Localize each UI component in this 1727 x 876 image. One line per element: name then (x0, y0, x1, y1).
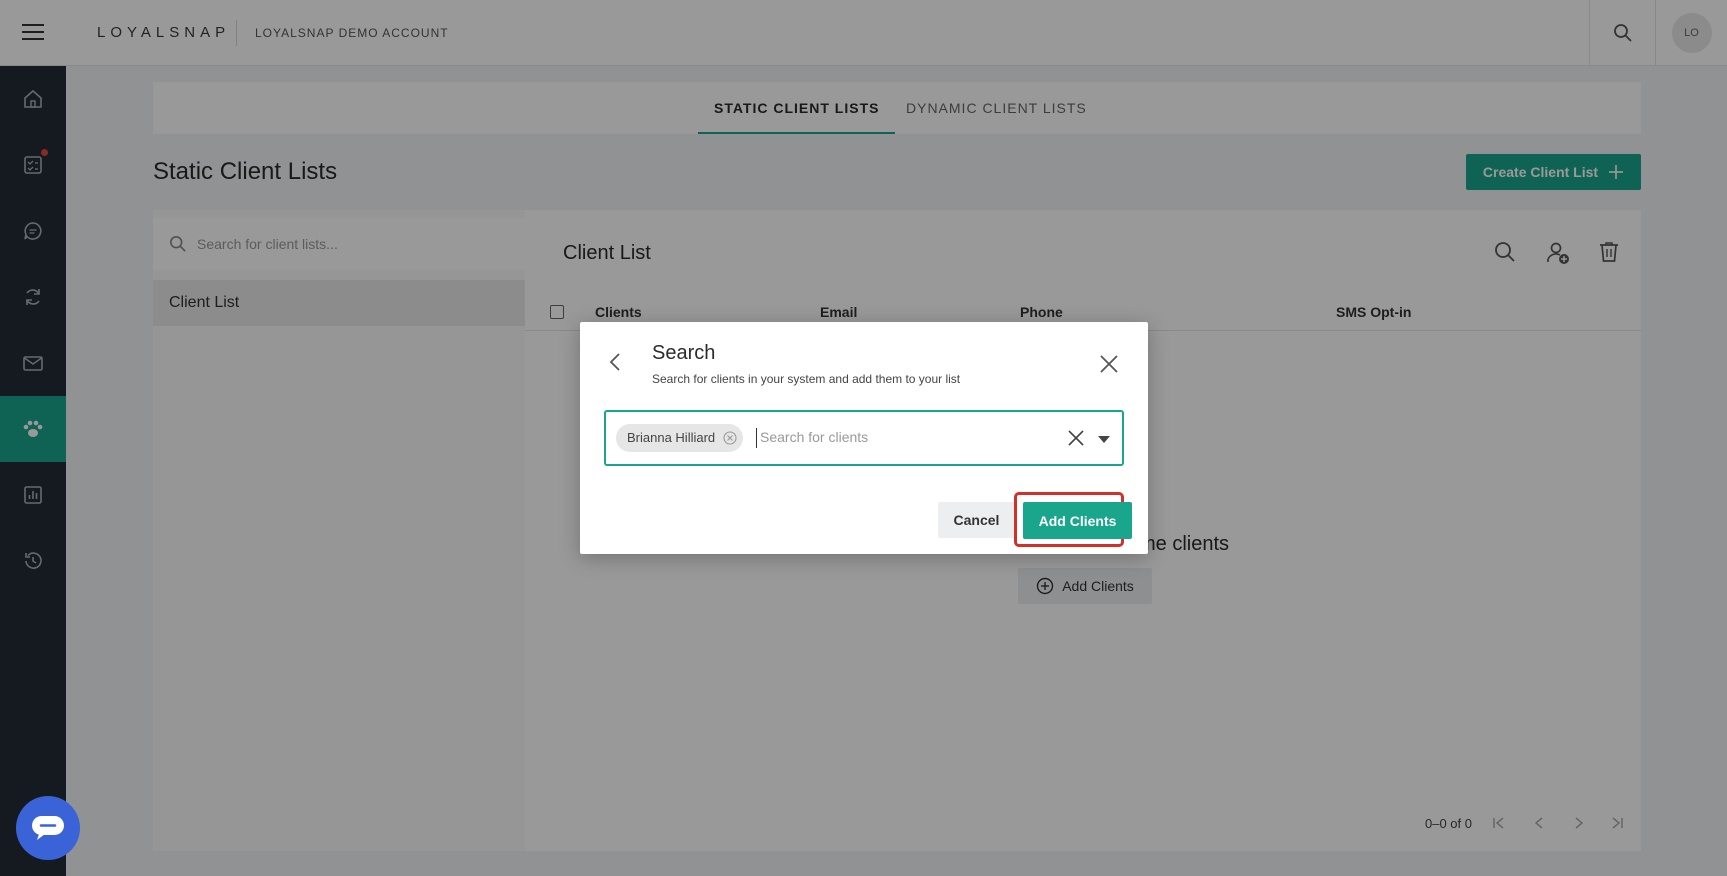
text-cursor (756, 428, 757, 448)
chat-bubble-icon (32, 816, 64, 840)
selected-client-name: Brianna Hilliard (627, 430, 716, 445)
client-search-input[interactable]: Search for clients (760, 429, 868, 445)
search-clients-dialog: Search Search for clients in your system… (580, 322, 1148, 554)
back-arrow-icon[interactable] (608, 352, 622, 372)
cancel-button[interactable]: Cancel (938, 502, 1015, 538)
close-icon[interactable] (1099, 354, 1119, 374)
chat-widget-button[interactable] (16, 796, 80, 860)
add-clients-button[interactable]: Add Clients (1023, 502, 1132, 539)
dialog-subtitle: Search for clients in your system and ad… (652, 372, 961, 386)
client-search-field[interactable]: Brianna Hilliard Search for clients (604, 410, 1124, 466)
dialog-title: Search (652, 342, 716, 364)
selected-client-chip: Brianna Hilliard (616, 424, 744, 452)
chevron-down-icon[interactable] (1098, 436, 1110, 443)
clear-icon[interactable] (1068, 430, 1084, 446)
remove-chip-icon[interactable] (723, 431, 737, 445)
